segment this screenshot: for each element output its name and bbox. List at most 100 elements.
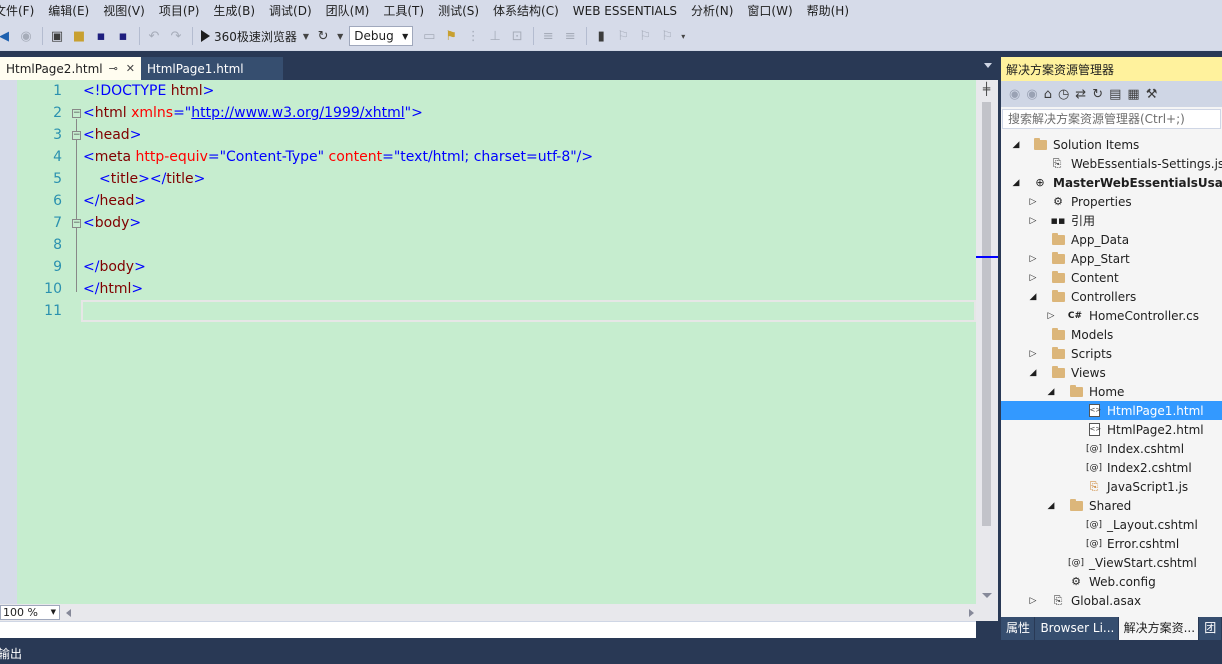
run-browser-button[interactable]: 360极速浏览器 ▼ bbox=[197, 25, 313, 47]
tree-node-error-cshtml[interactable]: [@] Error.cshtml bbox=[1001, 534, 1222, 553]
tree-node-homecontroller[interactable]: ▷ C# HomeController.cs bbox=[1001, 306, 1222, 325]
sync-icon[interactable]: ⇄ bbox=[1075, 87, 1086, 102]
tree-node-content[interactable]: ▷ Content bbox=[1001, 268, 1222, 287]
tree-node-views[interactable]: ◢ Views bbox=[1001, 363, 1222, 382]
tree-node-home[interactable]: ◢ Home bbox=[1001, 382, 1222, 401]
tab-team[interactable]: 团 bbox=[1199, 617, 1221, 640]
align-icon[interactable]: ⋮ bbox=[463, 25, 483, 47]
chevron-down-icon[interactable]: ▼ bbox=[303, 32, 309, 41]
redo-icon[interactable]: ↷ bbox=[166, 25, 186, 47]
tree-node-htmlpage1[interactable]: <> HtmlPage1.html bbox=[1001, 401, 1222, 420]
tree-node-shared[interactable]: ◢ Shared bbox=[1001, 496, 1222, 515]
collapsed-icon[interactable]: ▷ bbox=[1028, 254, 1038, 264]
collapsed-icon[interactable]: ▷ bbox=[1028, 273, 1038, 283]
expanded-icon[interactable]: ◢ bbox=[1028, 292, 1038, 302]
back-icon[interactable]: ◀ bbox=[0, 25, 14, 47]
menu-tools[interactable]: 工具(T) bbox=[376, 0, 431, 22]
menu-architecture[interactable]: 体系结构(C) bbox=[486, 0, 566, 22]
solution-search-input[interactable]: 搜索解决方案资源管理器(Ctrl+;) bbox=[1002, 109, 1221, 129]
forward-icon[interactable]: ◉ bbox=[1026, 87, 1037, 102]
tree-node-scripts[interactable]: ▷ Scripts bbox=[1001, 344, 1222, 363]
menu-edit[interactable]: 编辑(E) bbox=[41, 0, 96, 22]
back-icon[interactable]: ◉ bbox=[1009, 87, 1020, 102]
menu-file[interactable]: 文件(F) bbox=[0, 0, 41, 22]
menu-web-essentials[interactable]: WEB ESSENTIALS bbox=[566, 0, 684, 22]
collapsed-icon[interactable]: ▷ bbox=[1028, 349, 1038, 359]
menu-team[interactable]: 团队(M) bbox=[319, 0, 377, 22]
tree-node-properties[interactable]: ▷ ⚙ Properties bbox=[1001, 192, 1222, 211]
scrollbar-thumb[interactable] bbox=[982, 102, 991, 526]
bookmark-icon[interactable]: ▮ bbox=[591, 25, 611, 47]
collapsed-icon[interactable]: ▷ bbox=[1028, 596, 1038, 606]
tree-node-web-config[interactable]: ⚙ Web.config bbox=[1001, 572, 1222, 591]
menu-analyze[interactable]: 分析(N) bbox=[684, 0, 740, 22]
tree-node-layout-cshtml[interactable]: [@] _Layout.cshtml bbox=[1001, 515, 1222, 534]
editor-horizontal-scrollbar[interactable] bbox=[64, 606, 976, 619]
tree-node-models[interactable]: Models bbox=[1001, 325, 1222, 344]
tab-htmlpage2[interactable]: HtmlPage2.html ⊸ ✕ bbox=[0, 57, 141, 80]
collapse-icon[interactable]: − bbox=[72, 131, 81, 140]
menu-debug[interactable]: 调试(D) bbox=[262, 0, 319, 22]
refresh-icon[interactable]: ↻ bbox=[313, 25, 333, 47]
save-all-icon[interactable]: ▪ bbox=[113, 25, 133, 47]
pin-icon[interactable]: ⊸ bbox=[109, 62, 118, 75]
properties-icon[interactable]: ⚒ bbox=[1146, 87, 1158, 102]
menu-project[interactable]: 项目(P) bbox=[152, 0, 207, 22]
tree-node-app-data[interactable]: App_Data bbox=[1001, 230, 1222, 249]
format-icon[interactable]: ⊥ bbox=[485, 25, 505, 47]
menu-test[interactable]: 测试(S) bbox=[431, 0, 486, 22]
xmlns-link[interactable]: http://www.w3.org/1999/xhtml bbox=[191, 105, 404, 121]
clear-bookmarks-icon[interactable]: ⚐ bbox=[657, 25, 677, 47]
tree-node-app-start[interactable]: ▷ App_Start bbox=[1001, 249, 1222, 268]
home-icon[interactable]: ⌂ bbox=[1044, 87, 1052, 102]
scroll-left-icon[interactable] bbox=[66, 609, 71, 617]
splitter-icon[interactable]: ╪ bbox=[979, 82, 994, 96]
forward-icon[interactable]: ◉ bbox=[16, 25, 36, 47]
expanded-icon[interactable]: ◢ bbox=[1011, 140, 1021, 150]
menu-view[interactable]: 视图(V) bbox=[96, 0, 152, 22]
tree-node-project[interactable]: ◢ ⊕ MasterWebEssentialsUsage bbox=[1001, 173, 1222, 192]
collapse-icon[interactable]: − bbox=[72, 219, 81, 228]
prev-bookmark-icon[interactable]: ⚐ bbox=[613, 25, 633, 47]
save-icon[interactable]: ▪ bbox=[91, 25, 111, 47]
configuration-select[interactable]: Debug ▼ bbox=[349, 26, 414, 46]
output-panel-bar[interactable]: 输出 bbox=[0, 644, 1222, 664]
tree-node-index-cshtml[interactable]: [@] Index.cshtml bbox=[1001, 439, 1222, 458]
tree-node-javascript1[interactable]: ⎘ JavaScript1.js bbox=[1001, 477, 1222, 496]
chevron-down-icon[interactable]: ▼ bbox=[337, 32, 343, 41]
open-folder-icon[interactable]: ■ bbox=[69, 25, 89, 47]
tree-node-references[interactable]: ▷ ▪▪ 引用 bbox=[1001, 211, 1222, 230]
tree-node-htmlpage2[interactable]: <> HtmlPage2.html bbox=[1001, 420, 1222, 439]
show-all-files-icon[interactable]: ▦ bbox=[1127, 87, 1139, 102]
menu-build[interactable]: 生成(B) bbox=[206, 0, 262, 22]
chevron-down-icon[interactable]: ▾ bbox=[681, 32, 685, 41]
scroll-right-icon[interactable] bbox=[969, 609, 974, 617]
new-project-icon[interactable]: ▣ bbox=[47, 25, 67, 47]
scroll-down-icon[interactable] bbox=[982, 593, 992, 598]
tab-list-dropdown-icon[interactable] bbox=[984, 63, 992, 68]
tab-properties[interactable]: 属性 bbox=[1001, 617, 1035, 640]
tree-node-viewstart-cshtml[interactable]: [@] _ViewStart.cshtml bbox=[1001, 553, 1222, 572]
tree-node-webessentials-settings[interactable]: ⎘ WebEssentials-Settings.json bbox=[1001, 154, 1222, 173]
refresh-icon[interactable]: ↻ bbox=[1092, 87, 1103, 102]
editor-vertical-scrollbar[interactable]: ╪ bbox=[976, 80, 998, 604]
tree-node-global-asax[interactable]: ▷ ⎘ Global.asax bbox=[1001, 591, 1222, 610]
tab-browser-link[interactable]: Browser Li... bbox=[1035, 617, 1118, 640]
next-bookmark-icon[interactable]: ⚐ bbox=[635, 25, 655, 47]
find-icon[interactable]: ▭ bbox=[419, 25, 439, 47]
tree-node-controllers[interactable]: ◢ Controllers bbox=[1001, 287, 1222, 306]
zoom-select[interactable]: 100 % ▼ bbox=[0, 605, 60, 620]
history-icon[interactable]: ◷ bbox=[1058, 87, 1069, 102]
collapsed-icon[interactable]: ▷ bbox=[1028, 197, 1038, 207]
browser-link-icon[interactable]: ⚑ bbox=[441, 25, 461, 47]
tree-node-index2-cshtml[interactable]: [@] Index2.cshtml bbox=[1001, 458, 1222, 477]
tab-solution-explorer[interactable]: 解决方案资... bbox=[1118, 617, 1199, 640]
menu-help[interactable]: 帮助(H) bbox=[800, 0, 856, 22]
expanded-icon[interactable]: ◢ bbox=[1046, 501, 1056, 511]
collapsed-icon[interactable]: ▷ bbox=[1046, 311, 1056, 321]
expanded-icon[interactable]: ◢ bbox=[1046, 387, 1056, 397]
code-editor[interactable]: 1 <!DOCTYPE html> 2 − <html xmlns="http:… bbox=[0, 80, 998, 604]
close-icon[interactable]: ✕ bbox=[126, 62, 135, 75]
tab-htmlpage1[interactable]: HtmlPage1.html bbox=[141, 57, 283, 80]
undo-icon[interactable]: ↶ bbox=[144, 25, 164, 47]
